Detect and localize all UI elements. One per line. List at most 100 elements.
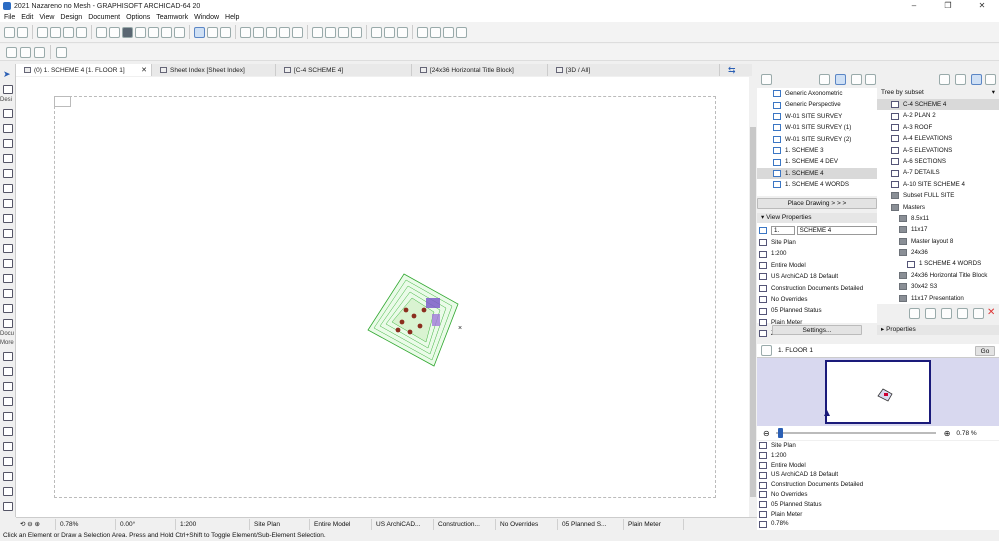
trace-icon[interactable] — [338, 26, 349, 38]
undo-icon[interactable] — [4, 26, 15, 38]
rotate-view-icon[interactable] — [34, 46, 45, 58]
nav-prop-row[interactable]: Construction Documents Detailed — [757, 480, 999, 490]
zone-tool-icon[interactable] — [3, 199, 13, 208]
settings-button[interactable]: Settings... — [772, 325, 862, 335]
publisher-icon[interactable] — [985, 74, 996, 85]
teamwork-icon[interactable] — [37, 26, 48, 38]
place-drawing-button[interactable]: Place Drawing > > > — [757, 198, 877, 209]
layout-book-icon[interactable] — [971, 74, 982, 85]
layout-book-icon[interactable] — [851, 74, 862, 85]
tree-item[interactable]: A-7 DETAILS — [877, 167, 999, 178]
object-tool-icon[interactable] — [3, 184, 13, 193]
tree-item[interactable]: Subset FULL SITE — [877, 190, 999, 201]
mvo-combination[interactable]: Construction... — [434, 518, 496, 530]
group-icon[interactable] — [220, 26, 231, 38]
tree-item[interactable]: 24x36 Horizontal Title Block — [877, 270, 999, 281]
maximize-button[interactable]: ❐ — [931, 0, 965, 12]
label-tool-icon[interactable] — [3, 397, 13, 406]
project-map-icon[interactable] — [819, 74, 830, 85]
go-button[interactable]: Go — [975, 345, 995, 356]
fill-icon[interactable] — [148, 26, 159, 38]
slab-tool-icon[interactable] — [3, 214, 13, 223]
grid-snap-icon[interactable] — [174, 26, 185, 38]
canvas-vertical-scrollbar[interactable] — [749, 77, 757, 517]
tree-item[interactable]: 11x17 Presentation — [877, 293, 999, 304]
layer-combination[interactable]: Site Plan — [250, 518, 310, 530]
menu-file[interactable]: File — [4, 14, 15, 21]
view-name-field[interactable]: SCHEME 4 — [796, 225, 877, 235]
zoom-in-icon[interactable]: ⊕ — [944, 429, 951, 438]
site-drawing[interactable]: × — [362, 270, 470, 370]
prop-row[interactable]: No Overrides — [757, 294, 877, 305]
tree-item[interactable]: A-2 PLAN 2 — [877, 110, 999, 121]
tree-subset-selector[interactable]: Tree by subset ▾ — [877, 88, 999, 98]
prop-row[interactable]: Entire Model — [757, 260, 877, 271]
pointer-icon[interactable] — [56, 46, 67, 58]
tab-c4-scheme-4[interactable]: [C-4 SCHEME 4] — [276, 64, 412, 76]
layers-icon[interactable] — [351, 26, 362, 38]
list-item[interactable]: 1. SCHEME 4 WORDS — [757, 179, 877, 190]
curtain-wall-tool-icon[interactable] — [3, 274, 13, 283]
morph-tool-icon[interactable] — [3, 289, 13, 298]
nav-prop-row[interactable]: Site Plan — [757, 441, 999, 451]
menu-edit[interactable]: Edit — [21, 14, 33, 21]
camera-icon[interactable] — [430, 26, 441, 38]
nav-prop-row[interactable]: Entire Model — [757, 461, 999, 471]
menu-view[interactable]: View — [39, 14, 54, 21]
publisher-icon[interactable] — [865, 74, 876, 85]
wall-tool-icon[interactable] — [3, 109, 13, 118]
menu-options[interactable]: Options — [126, 14, 150, 21]
menu-help[interactable]: Help — [225, 14, 239, 21]
offset-icon[interactable] — [109, 26, 120, 38]
prop-row[interactable]: Construction Documents Detailed — [757, 283, 877, 294]
tree-item[interactable]: 30x42 S3 — [877, 281, 999, 292]
text-tool-icon[interactable] — [3, 382, 13, 391]
selection-mode-icon[interactable] — [194, 26, 205, 38]
scrollbar-thumb[interactable] — [750, 127, 756, 497]
tree-item[interactable]: A-10 SITE SCHEME 4 — [877, 179, 999, 190]
nav-prop-row[interactable]: US ArchiCAD 18 Default — [757, 470, 999, 480]
tree-item[interactable]: 1 SCHEME 4 WORDS — [877, 258, 999, 269]
dimension-standard[interactable]: Plain Meter — [624, 518, 684, 530]
pen-set[interactable]: US ArchiCAD... — [372, 518, 434, 530]
prop-row[interactable]: 05 Planned Status — [757, 305, 877, 316]
tree-item[interactable]: A-5 ELEVATIONS — [877, 145, 999, 156]
nav-prop-row[interactable]: 0.78% — [757, 519, 999, 529]
marquee-tool-icon[interactable] — [3, 85, 13, 94]
lock-icon[interactable] — [207, 26, 218, 38]
window-tool-icon[interactable] — [3, 154, 13, 163]
view-map-icon[interactable] — [835, 74, 846, 85]
view-map-icon[interactable] — [955, 74, 966, 85]
zoom-slider-handle[interactable] — [777, 428, 783, 438]
nav-prop-row[interactable]: 1:200 — [757, 451, 999, 461]
new-layout-icon[interactable] — [909, 308, 920, 319]
drawing-tool-icon[interactable] — [3, 502, 13, 511]
zoom-out-icon[interactable]: ⊖ — [763, 429, 770, 438]
align-icon[interactable] — [161, 26, 172, 38]
sun-icon[interactable] — [443, 26, 454, 38]
tree-item[interactable]: Masters — [877, 202, 999, 213]
menu-window[interactable]: Window — [194, 14, 219, 21]
nav-prop-row[interactable]: Plain Meter — [757, 510, 999, 520]
close-window-button[interactable]: ✕ — [965, 0, 999, 12]
roof-tool-icon[interactable] — [3, 244, 13, 253]
tab-sheet-index[interactable]: Sheet Index [Sheet Index] — [152, 64, 276, 76]
render-icon[interactable] — [417, 26, 428, 38]
floor-name[interactable]: 1. FLOOR 1 — [778, 347, 813, 354]
menu-design[interactable]: Design — [60, 14, 82, 21]
magic-wand-icon[interactable] — [96, 26, 107, 38]
level-tool-icon[interactable] — [3, 367, 13, 376]
tab-list-dropdown[interactable]: ⇆ — [720, 64, 752, 76]
beam-tool-icon[interactable] — [3, 139, 13, 148]
project-map-icon[interactable] — [939, 74, 950, 85]
trim-icon[interactable] — [253, 26, 264, 38]
zoom-value[interactable]: 0.78% — [56, 518, 116, 530]
shell-tool-icon[interactable] — [3, 259, 13, 268]
list-item[interactable]: Generic Axonometric — [757, 88, 877, 99]
text-icon[interactable] — [397, 26, 408, 38]
floor-plan-icon[interactable] — [50, 26, 61, 38]
tree-item[interactable]: 24x36 — [877, 247, 999, 258]
tab-scheme-4-floor-1[interactable]: (0) 1. SCHEME 4 [1. FLOOR 1] ✕ — [16, 64, 152, 76]
menu-teamwork[interactable]: Teamwork — [156, 14, 188, 21]
prop-row[interactable]: 1:200 — [757, 248, 877, 259]
